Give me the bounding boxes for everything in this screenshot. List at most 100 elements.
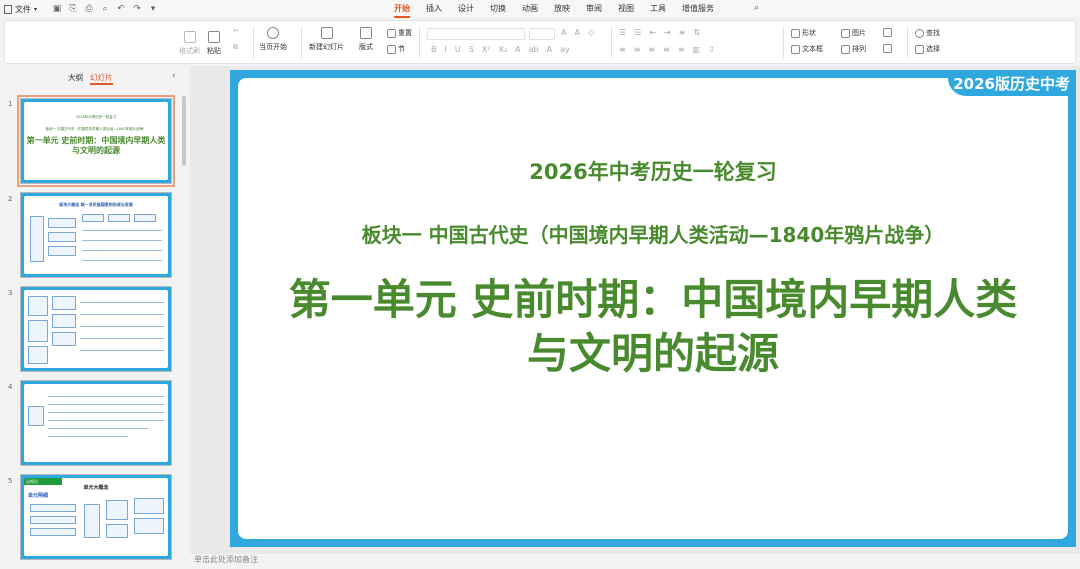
diagram-line bbox=[48, 404, 164, 405]
decrease-font-icon[interactable]: A bbox=[574, 28, 579, 37]
bold-icon[interactable]: B bbox=[431, 45, 437, 54]
subscript-icon[interactable]: X₂ bbox=[498, 45, 507, 54]
slide-subheading[interactable]: 板块一 中国古代史（中国境内早期人类活动—1840年鸦片战争） bbox=[230, 219, 1076, 248]
slide-thumbnail-1[interactable]: 2026年中考历史一轮复习 板块一 中国古代史（中国境内早期人类活动—1840年… bbox=[17, 95, 175, 187]
align-left-icon[interactable]: ≡ bbox=[619, 45, 626, 54]
increase-font-icon[interactable]: A bbox=[561, 28, 566, 37]
diagram-box bbox=[106, 500, 128, 520]
clear-format-icon[interactable]: ◇ bbox=[588, 28, 594, 37]
thumbnail-content: 2026年中考历史一轮复习 板块一 中国古代史（中国境内早期人类活动—1840年… bbox=[24, 102, 168, 180]
format-painter-button[interactable]: 格式刷 bbox=[179, 31, 200, 56]
text-direction-icon[interactable]: ⇅ bbox=[693, 28, 700, 37]
divider bbox=[783, 27, 784, 59]
decrease-indent-icon[interactable]: ⇤ bbox=[649, 28, 656, 37]
picture-icon bbox=[841, 28, 850, 38]
print-icon[interactable]: ⎙ bbox=[84, 4, 94, 14]
tab-animations[interactable]: 动画 bbox=[514, 0, 546, 18]
more-icon[interactable]: ▾ bbox=[148, 4, 158, 14]
cut-icon[interactable]: ✂ bbox=[233, 27, 239, 35]
tab-insert[interactable]: 插入 bbox=[418, 0, 450, 18]
current-slide[interactable]: 2026版历史中考 2026年中考历史一轮复习 板块一 中国古代史（中国境内早期… bbox=[230, 70, 1076, 547]
file-menu[interactable]: 文件 ▾ bbox=[0, 4, 48, 15]
slide-thumbnail-4[interactable] bbox=[20, 380, 172, 466]
start-from-current-button[interactable]: 当页开始 bbox=[259, 27, 287, 52]
align-right-icon[interactable]: ≡ bbox=[648, 45, 655, 54]
select-button[interactable]: 选择 bbox=[915, 44, 940, 54]
line-spacing-icon[interactable]: ≡ bbox=[679, 28, 686, 37]
diagram-box bbox=[84, 504, 100, 538]
diagram-line bbox=[80, 338, 164, 339]
picture-button[interactable]: 图片 bbox=[841, 28, 866, 38]
redo-icon[interactable]: ↷ bbox=[132, 4, 142, 14]
diagram-box bbox=[28, 320, 48, 342]
increase-indent-icon[interactable]: ⇥ bbox=[664, 28, 671, 37]
diagram-box bbox=[134, 214, 156, 222]
slide-title[interactable]: 第一单元 史前时期：中国境内早期人类 与文明的起源 bbox=[230, 273, 1076, 381]
thumbnail-number: 1 bbox=[8, 100, 13, 108]
copy-icon[interactable]: ⧉ bbox=[233, 43, 238, 52]
char-spacing-icon[interactable]: ay bbox=[560, 45, 570, 54]
layout-button[interactable]: 版式 bbox=[359, 27, 373, 52]
slide-thumbnail-2[interactable]: 板块大概念 统一多民族国家的形成与发展 bbox=[20, 192, 172, 278]
distribute-icon[interactable]: ≡ bbox=[678, 45, 685, 54]
char-shading-icon[interactable]: A bbox=[547, 45, 552, 54]
chevron-down-icon: ▾ bbox=[34, 5, 38, 13]
numbered-list-icon[interactable]: ☰ bbox=[634, 28, 641, 37]
new-slide-button[interactable]: 新建幻灯片 bbox=[309, 27, 344, 52]
underline-icon[interactable]: U bbox=[455, 45, 461, 54]
paste-icon bbox=[208, 31, 220, 43]
diagram-box bbox=[134, 518, 164, 534]
tab-view[interactable]: 视图 bbox=[610, 0, 642, 18]
export-icon[interactable]: ⎘ bbox=[68, 4, 78, 14]
diagram-box bbox=[30, 516, 76, 524]
textbox-button[interactable]: 文本框 bbox=[791, 44, 823, 54]
superscript-icon[interactable]: X² bbox=[482, 45, 491, 54]
notes-placeholder[interactable]: 单击此处添加备注 bbox=[194, 554, 258, 565]
textbox-label: 文本框 bbox=[802, 45, 823, 53]
collapse-panel-icon[interactable]: ‹ bbox=[172, 71, 176, 81]
vertical-align-icon[interactable]: ⇳ bbox=[708, 45, 715, 54]
arrange-button[interactable]: 排列 bbox=[841, 44, 866, 54]
paste-button[interactable]: 粘贴 bbox=[207, 31, 221, 56]
tab-review[interactable]: 审阅 bbox=[578, 0, 610, 18]
slide-thumbnail-3[interactable] bbox=[20, 286, 172, 372]
slide-heading[interactable]: 2026年中考历史一轮复习 bbox=[230, 156, 1076, 186]
font-name-select[interactable] bbox=[427, 28, 525, 40]
strikethrough-icon[interactable]: S bbox=[469, 45, 474, 54]
tab-outline[interactable]: 大纲 bbox=[68, 72, 83, 83]
italic-icon[interactable]: I bbox=[445, 45, 447, 54]
shape-button[interactable]: 形状 bbox=[791, 28, 816, 38]
slide-thumbnail-5[interactable]: 过知识 单元大概念 单元明细 bbox=[20, 474, 172, 560]
diagram-line bbox=[48, 420, 164, 421]
outline-button[interactable] bbox=[883, 44, 894, 53]
diagram-line bbox=[48, 396, 164, 397]
reset-button[interactable]: 重置 bbox=[387, 28, 412, 38]
tab-home[interactable]: 开始 bbox=[386, 0, 418, 18]
undo-icon[interactable]: ↶ bbox=[116, 4, 126, 14]
find-button[interactable]: 查找 bbox=[915, 28, 940, 38]
tab-design[interactable]: 设计 bbox=[450, 0, 482, 18]
thumbnail-title: 第一单元 史前时期：中国境内早期人类与文明的起源 bbox=[26, 136, 166, 155]
search-icon[interactable]: ⌕ bbox=[754, 3, 759, 13]
font-size-select[interactable] bbox=[529, 28, 555, 40]
tab-slideshow[interactable]: 放映 bbox=[546, 0, 578, 18]
bullet-list-icon[interactable]: ☰ bbox=[619, 28, 626, 37]
save-icon[interactable]: ▣ bbox=[52, 4, 62, 14]
font-color-icon[interactable]: A bbox=[515, 45, 520, 54]
panel-scrollbar[interactable] bbox=[182, 96, 186, 166]
columns-icon[interactable]: ▥ bbox=[693, 45, 701, 54]
tab-tools[interactable]: 工具 bbox=[642, 0, 674, 18]
section-button[interactable]: 节 bbox=[387, 44, 405, 54]
divider bbox=[253, 27, 254, 59]
tab-value-added-services[interactable]: 增值服务 bbox=[674, 0, 722, 18]
fill-button[interactable] bbox=[883, 28, 894, 37]
tab-slides[interactable]: 幻灯片 bbox=[90, 72, 113, 85]
align-center-icon[interactable]: ≡ bbox=[634, 45, 641, 54]
shape-label: 形状 bbox=[802, 29, 816, 37]
highlight-icon[interactable]: ab bbox=[529, 45, 539, 54]
find-label: 查找 bbox=[926, 29, 940, 37]
print-preview-icon[interactable]: ⌕ bbox=[100, 4, 110, 14]
tab-transitions[interactable]: 切换 bbox=[482, 0, 514, 18]
thumbnail-number: 3 bbox=[8, 289, 13, 297]
justify-icon[interactable]: ≡ bbox=[663, 45, 670, 54]
